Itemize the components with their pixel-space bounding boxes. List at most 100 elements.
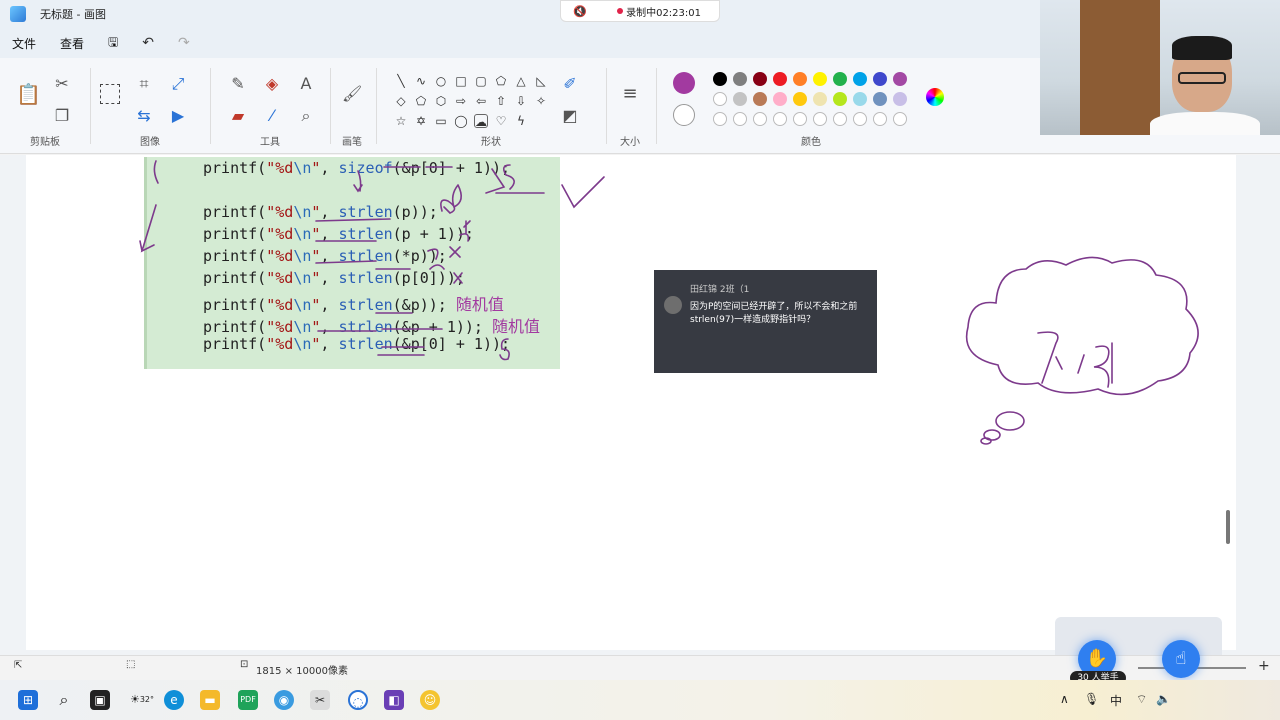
callout-cloud-shape-icon[interactable]: ☁ — [474, 114, 488, 129]
rotate-icon[interactable]: ▶ — [168, 106, 188, 126]
palette-color-swatch[interactable] — [773, 92, 787, 106]
palette-color-swatch[interactable] — [873, 92, 887, 106]
ime-indicator[interactable]: 中 — [1110, 692, 1122, 709]
custom-color-slot[interactable] — [873, 112, 887, 126]
eraser-icon[interactable]: ▰ — [228, 106, 248, 126]
redo-icon[interactable]: ↷ — [178, 35, 190, 51]
save-icon[interactable]: 🖫 — [108, 33, 118, 54]
tray-expand-icon[interactable]: ∧ — [1060, 692, 1069, 706]
right-arrow-shape-icon[interactable]: ⇨ — [454, 94, 468, 108]
recording-badge[interactable]: 🔇 录制中02:23:01 — [560, 0, 720, 22]
palette-color-swatch[interactable] — [793, 92, 807, 106]
six-point-star-shape-icon[interactable]: ✡ — [414, 114, 428, 128]
edit-colors-icon[interactable] — [926, 88, 944, 106]
select-icon[interactable] — [100, 84, 120, 104]
custom-color-slot[interactable] — [813, 112, 827, 126]
weather-icon[interactable]: ☀32° — [128, 690, 156, 710]
resize-icon[interactable]: ⤢ — [168, 74, 188, 94]
primary-color-swatch[interactable] — [673, 72, 695, 94]
palette-color-swatch[interactable] — [893, 72, 907, 86]
palette-color-swatch[interactable] — [713, 72, 727, 86]
heart-shape-icon[interactable]: ♡ — [494, 114, 508, 128]
crop-icon[interactable]: ⌗ — [134, 74, 154, 94]
line-shape-icon[interactable]: ╲ — [394, 74, 408, 88]
file-explorer-icon[interactable]: ▬ — [200, 690, 220, 710]
right-triangle-shape-icon[interactable]: ◺ — [534, 74, 548, 88]
rounded-rect-shape-icon[interactable]: ▢ — [474, 74, 488, 88]
color-picker-icon[interactable]: ⁄ — [262, 106, 282, 126]
size-lines-icon[interactable]: ≡ — [620, 84, 640, 104]
diamond-shape-icon[interactable]: ◇ — [394, 94, 408, 108]
fill-style-icon[interactable]: ◩ — [560, 106, 580, 126]
visual-studio-icon[interactable]: ◧ — [384, 690, 404, 710]
chat-message-popup[interactable]: 田红锦 2班（1 因为P的空间已经开辟了，所以不会和之前strlen(97)一样… — [654, 270, 877, 373]
menu-file[interactable]: 文件 — [12, 35, 36, 52]
rectangle-shape-icon[interactable]: □ — [454, 74, 468, 88]
callout-oval-shape-icon[interactable]: ◯ — [454, 114, 468, 128]
palette-color-swatch[interactable] — [753, 72, 767, 86]
windows-start-icon[interactable]: ⊞ — [18, 690, 38, 710]
palette-color-swatch[interactable] — [833, 72, 847, 86]
palette-color-swatch[interactable] — [893, 92, 907, 106]
menu-view[interactable]: 查看 — [60, 35, 84, 52]
palette-color-swatch[interactable] — [713, 92, 727, 106]
brush-icon[interactable]: 🖌 — [342, 84, 362, 104]
custom-color-slot[interactable] — [713, 112, 727, 126]
pentagon-shape-icon[interactable]: ⬠ — [414, 94, 428, 108]
palette-color-swatch[interactable] — [773, 72, 787, 86]
raise-hand-list-button[interactable]: ☝ — [1162, 640, 1200, 678]
cut-icon[interactable]: ✂ — [52, 74, 72, 94]
volume-icon[interactable]: 🔈 — [1156, 692, 1171, 706]
four-point-star-shape-icon[interactable]: ✧ — [534, 94, 548, 108]
wifi-icon[interactable]: ⌔ — [1136, 692, 1147, 707]
pencil-icon[interactable]: ✎ — [228, 74, 248, 94]
palette-color-swatch[interactable] — [853, 92, 867, 106]
mute-icon[interactable]: 🔇 — [573, 5, 587, 18]
triangle-shape-icon[interactable]: △ — [514, 74, 528, 88]
palette-color-swatch[interactable] — [753, 92, 767, 106]
palette-color-swatch[interactable] — [733, 92, 747, 106]
task-view-icon[interactable]: ▣ — [90, 690, 110, 710]
fill-icon[interactable]: ◈ — [262, 74, 282, 94]
meeting-app-icon[interactable]: ◌ — [348, 690, 368, 710]
custom-color-slot[interactable] — [833, 112, 847, 126]
search-icon[interactable]: ⌕ — [54, 690, 74, 710]
custom-color-slot[interactable] — [733, 112, 747, 126]
five-point-star-shape-icon[interactable]: ☆ — [394, 114, 408, 128]
undo-icon[interactable]: ↶ — [142, 35, 154, 51]
custom-color-slot[interactable] — [753, 112, 767, 126]
palette-color-swatch[interactable] — [813, 72, 827, 86]
left-arrow-shape-icon[interactable]: ⇦ — [474, 94, 488, 108]
palette-color-swatch[interactable] — [873, 72, 887, 86]
palette-color-swatch[interactable] — [733, 72, 747, 86]
secondary-color-swatch[interactable] — [673, 104, 695, 126]
drawing-canvas[interactable]: printf("%d\n", sizeof(&p[0] + 1)); printf… — [26, 155, 1236, 650]
polygon-shape-icon[interactable]: ⬠ — [494, 74, 508, 88]
snipping-tool-icon[interactable]: ✂ — [310, 690, 330, 710]
hexagon-shape-icon[interactable]: ⬡ — [434, 94, 448, 108]
up-arrow-shape-icon[interactable]: ⇧ — [494, 94, 508, 108]
edge-browser-icon[interactable]: e — [164, 690, 184, 710]
paint-taskbar-icon[interactable]: ◉ — [274, 690, 294, 710]
palette-color-swatch[interactable] — [793, 72, 807, 86]
text-icon[interactable]: A — [296, 74, 316, 94]
pdf-app-icon[interactable]: PDF — [238, 690, 258, 710]
custom-color-slot[interactable] — [853, 112, 867, 126]
chat-app-icon[interactable]: ☺ — [420, 690, 440, 710]
down-arrow-shape-icon[interactable]: ⇩ — [514, 94, 528, 108]
paste-icon[interactable]: 📋 — [16, 84, 41, 104]
callout-rect-shape-icon[interactable]: ▭ — [434, 114, 448, 128]
copy-icon[interactable]: ❐ — [52, 106, 72, 126]
palette-color-swatch[interactable] — [813, 92, 827, 106]
magnifier-icon[interactable]: ⌕ — [296, 106, 316, 126]
oval-shape-icon[interactable]: ○ — [434, 74, 448, 88]
curve-shape-icon[interactable]: ∿ — [414, 74, 428, 88]
outline-icon[interactable]: ✐ — [560, 74, 580, 94]
microphone-icon[interactable]: 🎙 — [1084, 692, 1099, 706]
palette-color-swatch[interactable] — [853, 72, 867, 86]
flip-icon[interactable]: ⇆ — [134, 106, 154, 126]
custom-color-slot[interactable] — [893, 112, 907, 126]
custom-color-slot[interactable] — [773, 112, 787, 126]
zoom-in-icon[interactable]: + — [1258, 658, 1270, 674]
custom-color-slot[interactable] — [793, 112, 807, 126]
